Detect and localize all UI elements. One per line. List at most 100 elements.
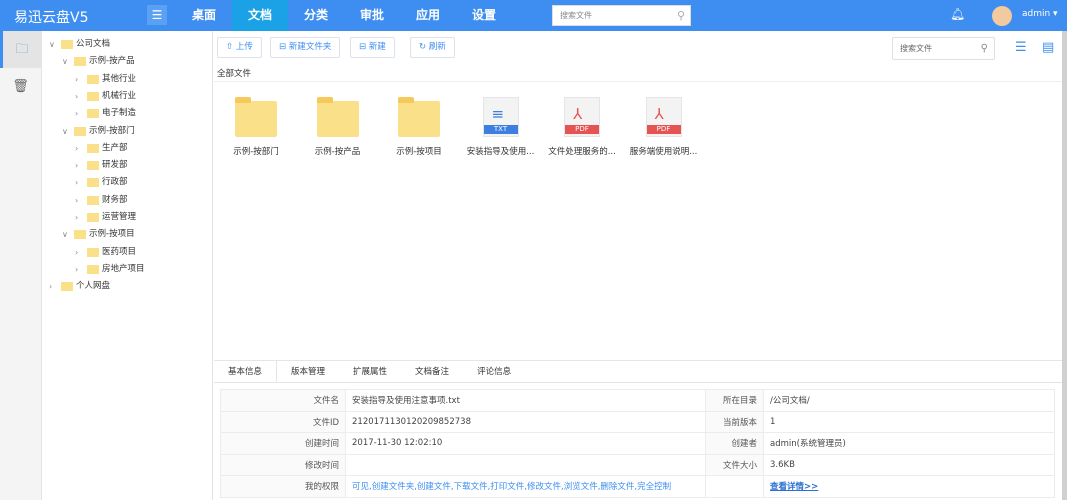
folder-icon xyxy=(87,213,99,222)
tree-item[interactable]: › 运营管理 xyxy=(75,209,136,226)
file-info-panel: 基本信息 版本管理 扩展属性 文档备注 评论信息 文件名 安装指导及使用注意事项.txt 所… xyxy=(214,360,1062,500)
chevron-right-icon[interactable]: › xyxy=(75,105,87,122)
info-tab[interactable]: 评论信息 xyxy=(463,361,525,382)
chevron-right-icon[interactable]: › xyxy=(75,244,87,261)
list-view-icon[interactable]: ▤ xyxy=(1042,40,1054,55)
nav-tab[interactable]: 应用 xyxy=(400,0,456,31)
chevron-right-icon[interactable]: › xyxy=(75,174,87,191)
chevron-right-icon[interactable]: › xyxy=(75,71,87,88)
tree-item[interactable]: › 研发部 xyxy=(75,157,128,174)
folder-icon xyxy=(235,97,277,137)
tree-item[interactable]: › 机械行业 xyxy=(75,88,136,105)
pdf-file-icon: ⅄ PDF xyxy=(564,97,600,137)
folder-icon[interactable]: 🗀 xyxy=(0,31,41,68)
search-icon[interactable]: ⚲ xyxy=(981,38,988,59)
view-details-link[interactable]: 查看详情>> xyxy=(770,482,818,492)
tree-item[interactable]: › 医药项目 xyxy=(75,244,136,261)
field-label: 所在目录 xyxy=(705,389,764,412)
nav-tab[interactable]: 桌面 xyxy=(176,0,232,31)
tree-item[interactable]: › 房地产项目 xyxy=(75,261,145,278)
file-item[interactable]: ⅄ PDF 文件处理服务的... xyxy=(542,97,622,157)
nav-tab[interactable]: 审批 xyxy=(344,0,400,31)
file-item[interactable]: ≡ TXT 安装指导及使用... xyxy=(461,97,541,157)
breadcrumb: 全部文件 xyxy=(217,69,252,79)
permissions-text: 可见,创建文件夹,创建文件,下载文件,打印文件,修改文件,浏览文件,删除文件,完… xyxy=(352,482,672,493)
app-logo: 易迅云盘V5 xyxy=(14,10,89,26)
field-label: 修改时间 xyxy=(220,453,346,476)
tree-item[interactable]: › 财务部 xyxy=(75,192,128,209)
nav-tab[interactable]: 设置 xyxy=(456,0,512,31)
file-name: 示例-按部门 xyxy=(233,147,279,157)
chevron-right-icon[interactable]: › xyxy=(75,157,87,174)
file-name: 安装指导及使用... xyxy=(466,147,535,157)
chevron-down-icon[interactable]: ∨ xyxy=(62,123,74,140)
search-icon[interactable]: ⚲ xyxy=(677,6,685,25)
file-type-label: PDF xyxy=(565,125,599,134)
tree-item-label: 房地产项目 xyxy=(102,263,145,274)
table-row: 修改时间 文件大小 3.6KB xyxy=(220,453,1055,476)
file-item[interactable]: 示例-按项目 xyxy=(379,97,459,157)
tree-item[interactable]: ∨ 示例-按项目 xyxy=(62,226,135,243)
nav-tab[interactable]: 分类 xyxy=(288,0,344,31)
field-label: 文件大小 xyxy=(705,453,764,476)
field-label: 文件ID xyxy=(220,410,346,433)
sort-icon[interactable]: ☰ xyxy=(1015,40,1027,55)
upload-label: 上传 xyxy=(235,42,253,52)
file-search-input[interactable]: 搜索文件 ⚲ xyxy=(892,37,995,60)
icon-sidebar: 🗀 🗑︎ xyxy=(0,31,42,500)
chevron-right-icon[interactable]: › xyxy=(49,278,61,295)
menu-toggle-icon[interactable]: ☰ xyxy=(147,5,167,25)
tree-item[interactable]: ∨ 示例-按产品 xyxy=(62,53,135,70)
tree-item[interactable]: › 其他行业 xyxy=(75,71,136,88)
tree-item-label: 其他行业 xyxy=(102,73,137,84)
main-nav: 桌面 文档 分类 审批 应用 设置 xyxy=(176,0,512,31)
chevron-down-icon[interactable]: ∨ xyxy=(49,36,61,53)
file-name: 示例-按项目 xyxy=(396,147,442,157)
trash-icon[interactable]: 🗑︎ xyxy=(0,68,41,105)
file-name: 服务端使用说明... xyxy=(629,147,698,157)
nav-tab[interactable]: 文档 xyxy=(232,0,288,31)
info-tab[interactable]: 扩展属性 xyxy=(339,361,401,382)
header-search-input[interactable]: 搜索文件 ⚲ xyxy=(552,5,691,26)
chevron-down-icon[interactable]: ∨ xyxy=(62,226,74,243)
refresh-button[interactable]: ↻ 刷新 xyxy=(410,37,455,58)
scrollbar[interactable] xyxy=(1062,31,1067,500)
avatar[interactable] xyxy=(992,6,1012,26)
bell-icon[interactable]: 🔔︎ xyxy=(950,7,965,21)
tree-item[interactable]: › 个人网盘 xyxy=(49,278,110,295)
refresh-label: 刷新 xyxy=(428,42,446,52)
new-folder-button[interactable]: ⊟ 新建文件夹 xyxy=(270,37,341,58)
upload-button[interactable]: ⇧ 上传 xyxy=(217,37,262,58)
folder-icon xyxy=(61,40,73,49)
chevron-right-icon[interactable]: › xyxy=(75,88,87,105)
info-tab[interactable]: 文档备注 xyxy=(401,361,463,382)
doc-glyph: ≡ xyxy=(491,105,505,123)
file-info-table: 文件名 安装指导及使用注意事项.txt 所在目录/公司文档/文件ID 21201711… xyxy=(220,389,1055,498)
info-tab[interactable]: 基本信息 xyxy=(214,361,278,382)
field-value: 3.6KB xyxy=(763,453,1055,476)
tree-item[interactable]: ∨ 公司文档 xyxy=(49,36,110,53)
chevron-right-icon[interactable]: › xyxy=(75,192,87,209)
file-item[interactable]: ⅄ PDF 服务端使用说明... xyxy=(624,97,704,157)
field-value: 安装指导及使用注意事项.txt xyxy=(345,389,706,412)
field-label: 创建者 xyxy=(705,432,764,455)
chevron-right-icon[interactable]: › xyxy=(75,209,87,226)
tree-item-label: 财务部 xyxy=(102,194,128,205)
tree-item[interactable]: › 生产部 xyxy=(75,140,128,157)
field-value: 1 xyxy=(763,410,1055,433)
tree-item[interactable]: › 行政部 xyxy=(75,174,128,191)
field-label: 我的权限 xyxy=(220,475,346,498)
new-button[interactable]: ⊟ 新建 xyxy=(350,37,395,58)
folder-icon xyxy=(87,264,99,274)
file-item[interactable]: 示例-按部门 xyxy=(216,97,296,157)
tree-item[interactable]: › 电子制造 xyxy=(75,105,136,122)
tree-item[interactable]: ∨ 示例-按部门 xyxy=(62,123,135,140)
table-row: 文件ID 2120171130120209852738 当前版本 1 xyxy=(220,410,1055,433)
chevron-right-icon[interactable]: › xyxy=(75,140,87,157)
file-item[interactable]: 示例-按产品 xyxy=(298,97,378,157)
permissions-value: 可见,创建文件夹,创建文件,下载文件,打印文件,修改文件,浏览文件,删除文件,完… xyxy=(345,475,706,498)
info-tab[interactable]: 版本管理 xyxy=(277,361,339,382)
chevron-right-icon[interactable]: › xyxy=(75,261,87,278)
user-menu[interactable]: admin ▾ xyxy=(1022,9,1058,19)
chevron-down-icon[interactable]: ∨ xyxy=(62,53,74,70)
